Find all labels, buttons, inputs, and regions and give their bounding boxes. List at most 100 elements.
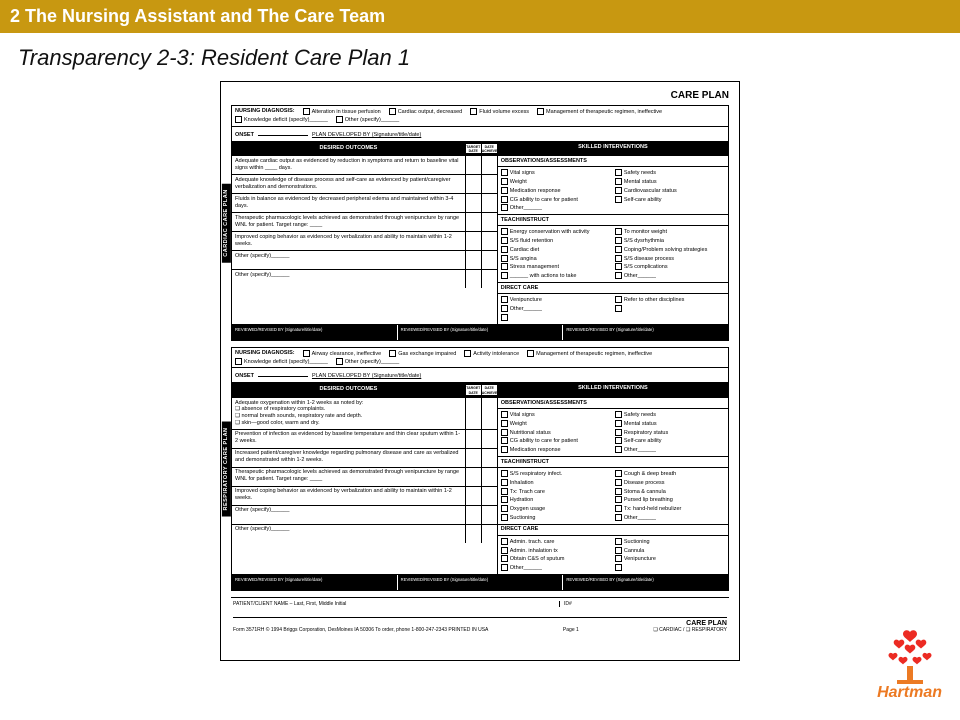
checklist-item: Safety needs — [615, 411, 725, 419]
outcome-row: Prevention of infection as evidenced by … — [232, 430, 497, 449]
checklist-item: Mental status — [615, 420, 725, 428]
checklist-item: To monitor weight — [615, 228, 725, 236]
care-plan-block: CARDIAC CARE PLANNURSING DIAGNOSIS: Alte… — [231, 105, 729, 341]
outcome-row: Other (specify)______ — [232, 525, 497, 543]
page-number: Page 1 — [563, 627, 579, 633]
intervention-section-head: OBSERVATIONS/ASSESSMENTS — [498, 156, 728, 167]
intervention-checklist: Vital signsSafety needsWeightMental stat… — [498, 409, 728, 457]
checklist-item: Cardiovascular status — [615, 187, 725, 195]
outcome-row: Fluids in balance as evidenced by decrea… — [232, 194, 497, 213]
page-title: Transparency 2-3: Resident Care Plan 1 — [0, 33, 960, 81]
checklist-item: CG ability to care for patient — [501, 437, 611, 445]
plan-side-label: RESPIRATORY CARE PLAN — [222, 422, 231, 517]
checklist-item: Self-care ability — [615, 437, 725, 445]
care-plan-heading: CARE PLAN — [231, 90, 729, 101]
checklist-item: Respiratory status — [615, 429, 725, 437]
chapter-header: 2 The Nursing Assistant and The Care Tea… — [0, 0, 960, 33]
outcome-row: Increased patient/caregiver knowledge re… — [232, 449, 497, 468]
checklist-item: Disease process — [615, 479, 725, 487]
columns-header: DESIRED OUTCOMESTARGET DATEDATE ACHIEVED… — [232, 142, 728, 157]
intervention-checklist: Venipuncture Refer to other disciplines Ot… — [498, 294, 728, 323]
checklist-item: Hydration — [501, 496, 611, 504]
outcome-row: Other (specify)______ — [232, 506, 497, 525]
checklist-item: Suctioning — [501, 514, 611, 522]
onset-row: ONSETPLAN DEVELOPED BY (Signature/title/… — [232, 368, 728, 383]
intervention-section-head: DIRECT CARE — [498, 525, 728, 536]
checklist-item: Refer to other disciplines — [615, 296, 725, 304]
checklist-item: Medication response — [501, 446, 611, 454]
outcome-row: Therapeutic pharmacologic levels achieve… — [232, 213, 497, 232]
checklist-item: Venipuncture — [501, 296, 611, 304]
outcome-row: Other (specify)______ — [232, 251, 497, 270]
checklist-item: Inhalation — [501, 479, 611, 487]
page-wrap: CARE PLAN CARDIAC CARE PLANNURSING DIAGN… — [0, 81, 960, 661]
checklist-item: Other______ — [501, 564, 611, 572]
checklist-item: Tx: Trach care — [501, 488, 611, 496]
checklist-item: S/S fluid retention — [501, 237, 611, 245]
outcome-row: Improved coping behavior as evidenced by… — [232, 487, 497, 506]
intervention-section-head: OBSERVATIONS/ASSESSMENTS — [498, 398, 728, 409]
checklist-item — [615, 305, 725, 313]
nursing-diagnosis: NURSING DIAGNOSIS: Airway clearance, ine… — [232, 348, 728, 369]
checklist-item: Weight — [501, 178, 611, 186]
outcome-row: Other (specify)______ — [232, 270, 497, 288]
outcome-row: Adequate knowledge of disease process an… — [232, 175, 497, 194]
checklist-item: Tx: hand-held nebulizer — [615, 505, 725, 513]
intervention-checklist: Admin. trach. careSuctioningAdmin. inhal… — [498, 536, 728, 574]
checklist-item — [615, 564, 725, 572]
checklist-item — [501, 314, 611, 322]
care-plan-page: CARE PLAN CARDIAC CARE PLANNURSING DIAGN… — [220, 81, 740, 661]
outcome-row: Adequate cardiac output as evidenced by … — [232, 156, 497, 175]
reviewed-row: REVIEWED/REVISED BY (Signature/title/dat… — [232, 574, 728, 590]
checklist-item: CG ability to care for patient — [501, 196, 611, 204]
checklist-item: Mental status — [615, 178, 725, 186]
checklist-item: Cardiac diet — [501, 246, 611, 254]
checklist-item: Energy conservation with activity — [501, 228, 611, 236]
checklist-item: S/S disease process — [615, 255, 725, 263]
onset-row: ONSETPLAN DEVELOPED BY (Signature/title/… — [232, 127, 728, 142]
checklist-item: Nutritional status — [501, 429, 611, 437]
checklist-item: Other______ — [501, 204, 611, 212]
footer-care-plan: CARE PLAN — [653, 620, 727, 627]
reviewed-row: REVIEWED/REVISED BY (Signature/title/dat… — [232, 324, 728, 340]
plan-side-label: CARDIAC CARE PLAN — [222, 183, 231, 262]
plan-body: Adequate oxygenation within 1-2 weeks as… — [232, 398, 728, 574]
checklist-item: Stoma & cannula — [615, 488, 725, 496]
intervention-section-head: DIRECT CARE — [498, 283, 728, 294]
checklist-item: Cannula — [615, 547, 725, 555]
hartman-logo: Hartman — [877, 626, 942, 702]
checklist-item: Venipuncture — [615, 555, 725, 563]
checklist-item: Suctioning — [615, 538, 725, 546]
checklist-item: S/S angina — [501, 255, 611, 263]
page-footer: PATIENT/CLIENT NAME – Last, First, Middl… — [231, 597, 729, 636]
checklist-item: Vital signs — [501, 169, 611, 177]
checklist-item: Other______ — [615, 446, 725, 454]
checklist-item: Coping/Problem solving strategies — [615, 246, 725, 254]
outcome-row: Adequate oxygenation within 1-2 weeks as… — [232, 398, 497, 430]
intervention-section-head: TEACH/INSTRUCT — [498, 457, 728, 468]
checklist-item: S/S respiratory infect. — [501, 470, 611, 478]
form-info: Form 3571RH © 1994 Briggs Corporation, D… — [233, 627, 488, 633]
checklist-item: Other______ — [615, 272, 725, 280]
checklist-item: Weight — [501, 420, 611, 428]
patient-id-label: ID# — [559, 601, 727, 607]
checklist-item: Pursed lip breathing — [615, 496, 725, 504]
checklist-item: Stress management — [501, 263, 611, 271]
checklist-item: Medication response — [501, 187, 611, 195]
checklist-item: Admin. inhalation tx — [501, 547, 611, 555]
checklist-item: Safety needs — [615, 169, 725, 177]
columns-header: DESIRED OUTCOMESTARGET DATEDATE ACHIEVED… — [232, 383, 728, 398]
logo-text: Hartman — [877, 684, 942, 702]
checklist-item: Other______ — [501, 305, 611, 313]
checklist-item: Obtain C&S of sputum — [501, 555, 611, 563]
intervention-checklist: Vital signs Safety needs Weight Mental stat… — [498, 167, 728, 215]
checklist-item: S/S complications — [615, 263, 725, 271]
intervention-section-head: TEACH/INSTRUCT — [498, 215, 728, 226]
checklist-item: Other______ — [615, 514, 725, 522]
footer-plan-type: ❑ CARDIAC / ❑ RESPIRATORY — [653, 627, 727, 633]
nursing-diagnosis: NURSING DIAGNOSIS: Alteration in tissue … — [232, 106, 728, 127]
checklist-item: Self-care ability — [615, 196, 725, 204]
patient-name-label: PATIENT/CLIENT NAME – Last, First, Middl… — [233, 601, 559, 607]
checklist-item: ______ with actions to take — [501, 272, 611, 280]
checklist-item: Cough & deep breath — [615, 470, 725, 478]
